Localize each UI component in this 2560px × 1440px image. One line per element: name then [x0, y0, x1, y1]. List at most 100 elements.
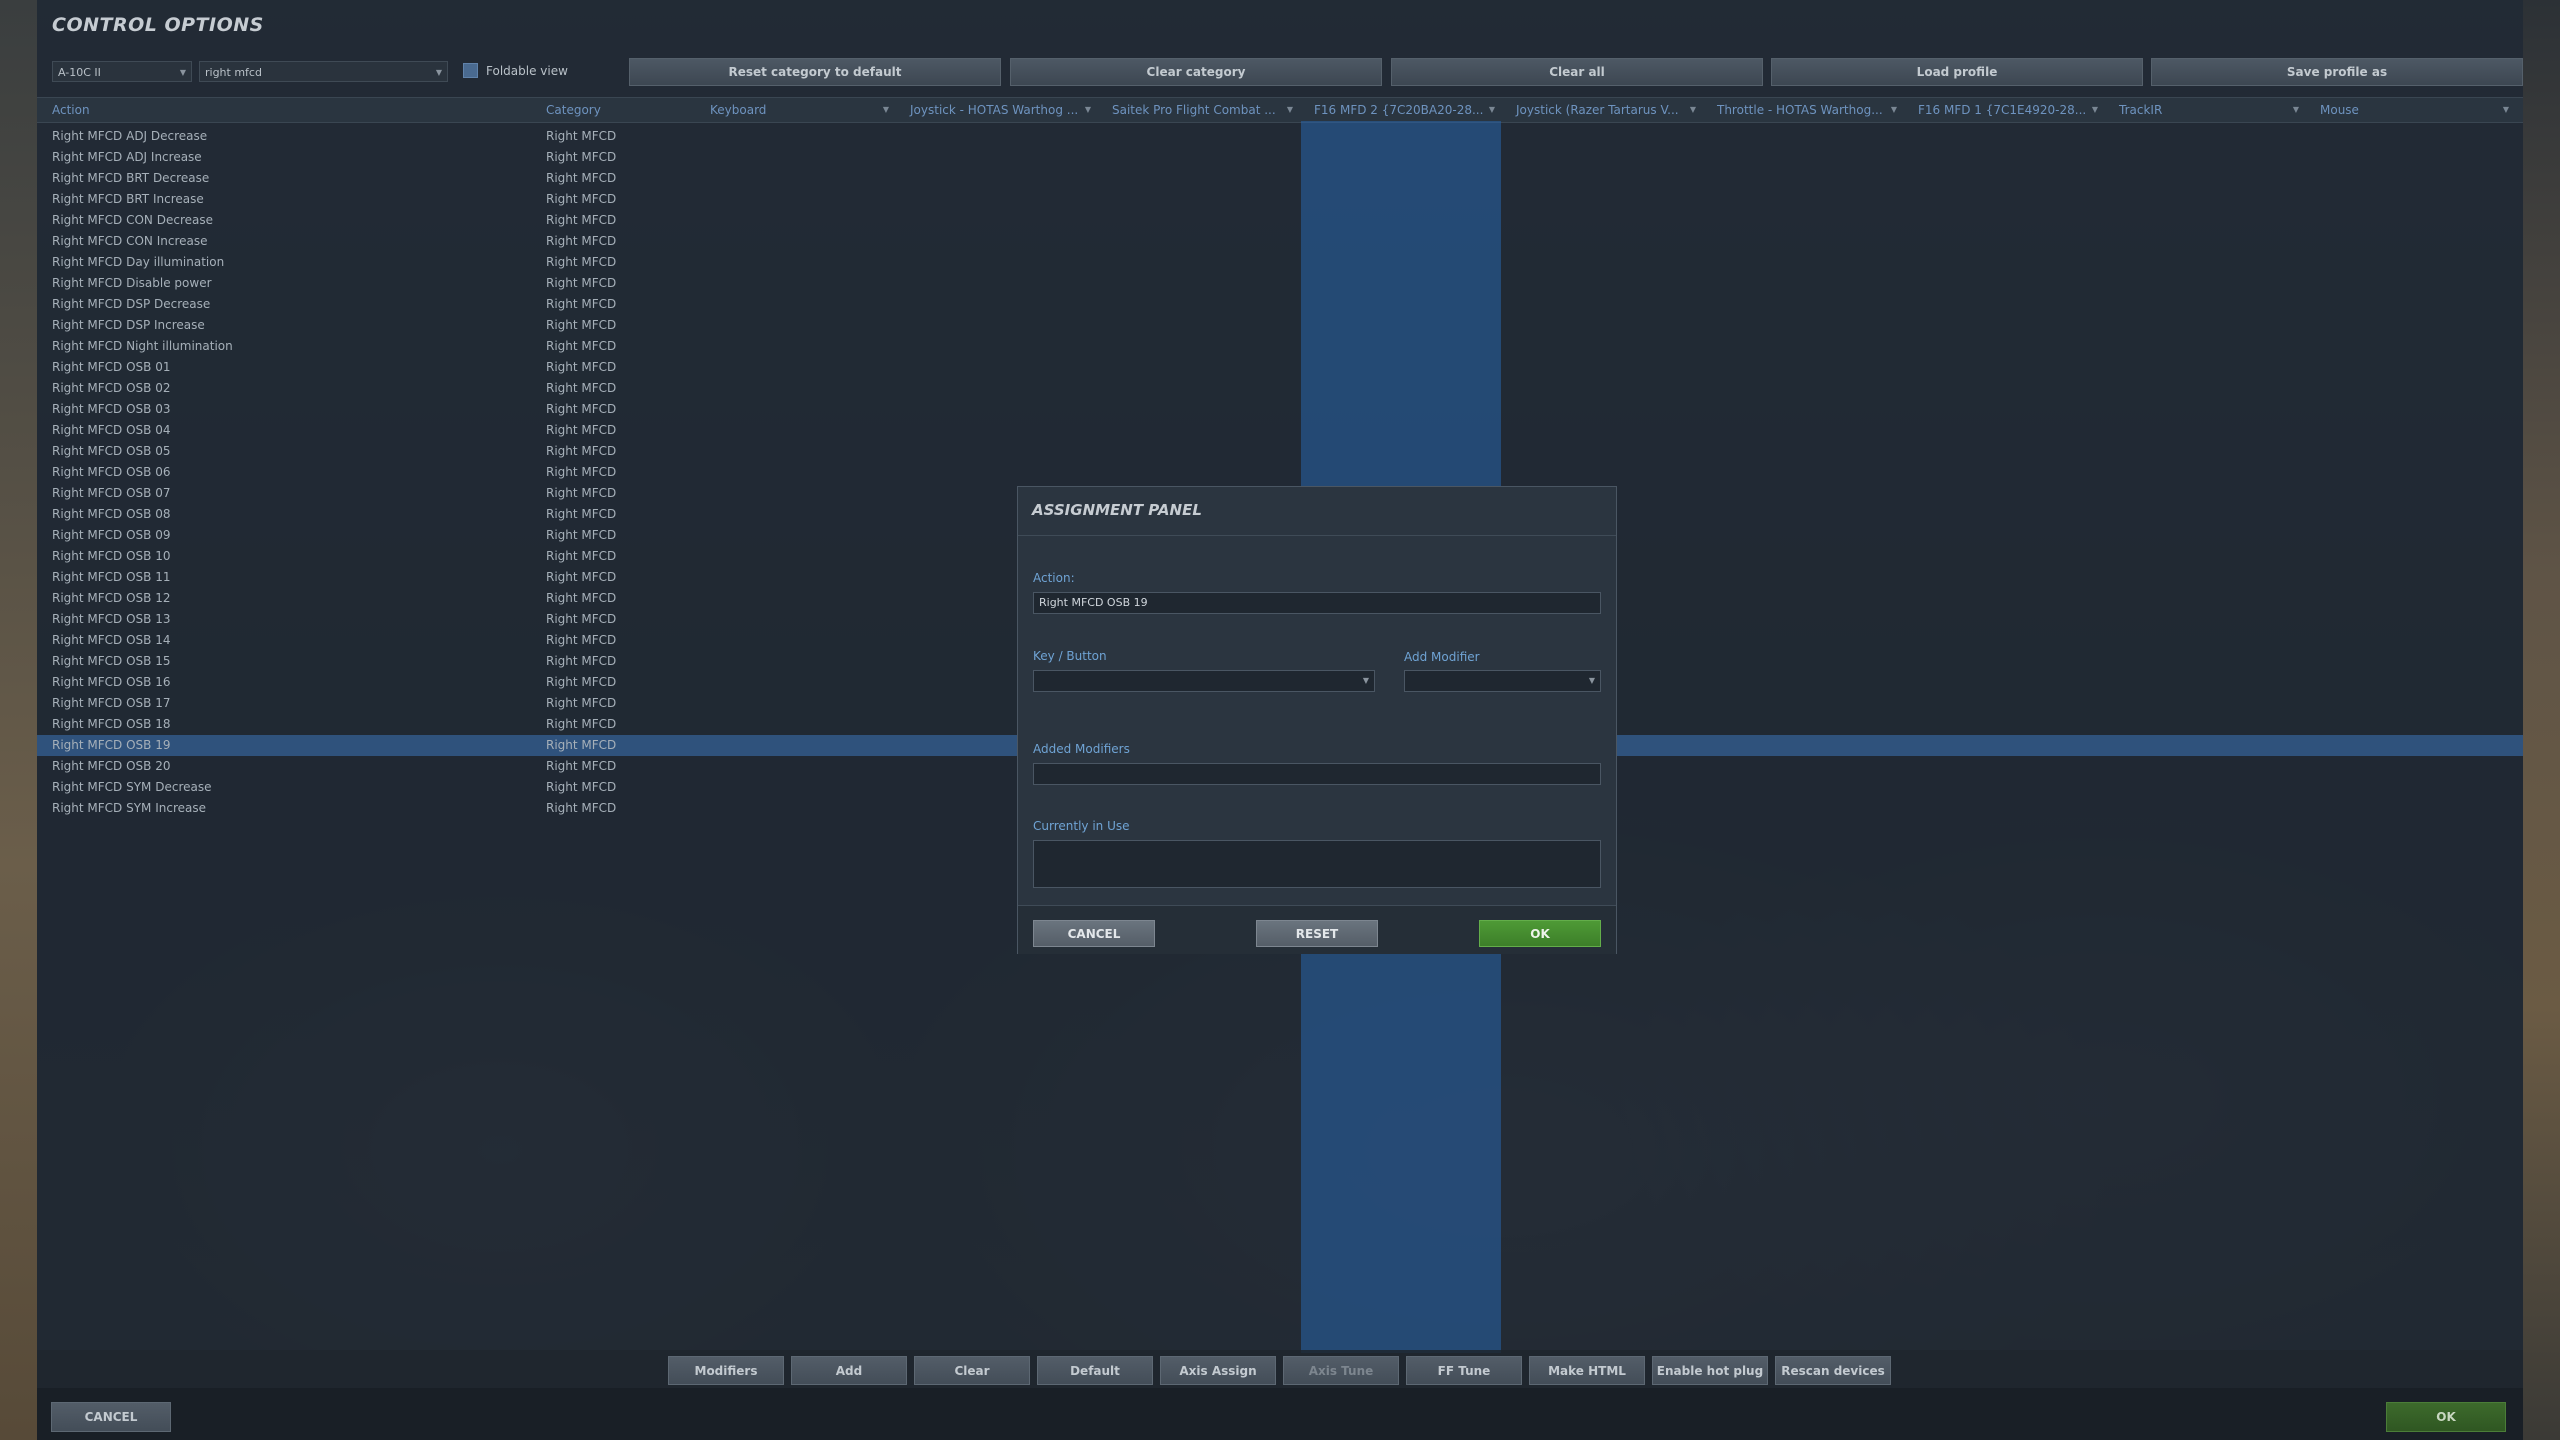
table-row[interactable]: Right MFCD OSB 05 Right MFCD	[37, 441, 2523, 462]
enable-hot-plug-button[interactable]: Enable hot plug	[1652, 1356, 1768, 1385]
aircraft-select[interactable]: A-10C II ▼	[52, 61, 192, 82]
row-category-label: Right MFCD	[546, 150, 617, 164]
clear-button[interactable]: Clear	[914, 1356, 1030, 1385]
column-header-saitek[interactable]: Saitek Pro Flight Combat ... ▼	[1097, 98, 1299, 122]
chevron-down-icon: ▼	[2502, 105, 2509, 114]
ff-tune-button[interactable]: FF Tune	[1406, 1356, 1522, 1385]
foldable-view-checkbox[interactable]	[463, 63, 478, 78]
chevron-down-icon: ▼	[1084, 105, 1091, 114]
row-action-label: Right MFCD OSB 02	[52, 381, 171, 395]
reset-category-button[interactable]: Reset category to default	[629, 58, 1001, 86]
row-category-label: Right MFCD	[546, 171, 617, 185]
row-action-label: Right MFCD OSB 10	[52, 549, 171, 563]
save-profile-button[interactable]: Save profile as	[2151, 58, 2523, 86]
modifiers-button[interactable]: Modifiers	[668, 1356, 784, 1385]
row-action-label: Right MFCD BRT Increase	[52, 192, 204, 206]
row-action-label: Right MFCD DSP Increase	[52, 318, 205, 332]
cancel-button[interactable]: CANCEL	[51, 1402, 171, 1432]
chevron-down-icon: ▼	[1488, 105, 1495, 114]
window-title: CONTROL OPTIONS	[52, 14, 264, 36]
row-action-label: Right MFCD OSB 11	[52, 570, 171, 584]
make-html-button[interactable]: Make HTML	[1529, 1356, 1645, 1385]
control-options-window: CONTROL OPTIONS A-10C II ▼ right mfcd ▼ …	[37, 0, 2523, 1440]
table-row[interactable]: Right MFCD DSP Increase Right MFCD	[37, 315, 2523, 336]
row-category-label: Right MFCD	[546, 570, 617, 584]
load-profile-button[interactable]: Load profile	[1771, 58, 2143, 86]
column-header-keyboard[interactable]: Keyboard ▼	[695, 98, 895, 122]
row-action-label: Right MFCD OSB 08	[52, 507, 171, 521]
row-action-label: Right MFCD OSB 18	[52, 717, 171, 731]
chevron-down-icon: ▼	[2292, 105, 2299, 114]
row-action-label: Right MFCD Day illumination	[52, 255, 225, 269]
table-row[interactable]: Right MFCD OSB 04 Right MFCD	[37, 420, 2523, 441]
table-row[interactable]: Right MFCD OSB 06 Right MFCD	[37, 462, 2523, 483]
panel-reset-button[interactable]: RESET	[1256, 920, 1378, 947]
column-header-f16-mfd-2[interactable]: F16 MFD 2 {7C20BA20-28... ▼	[1299, 98, 1501, 122]
panel-ok-button[interactable]: OK	[1479, 920, 1601, 947]
currently-in-use-field	[1033, 840, 1601, 888]
table-row[interactable]: Right MFCD Disable power Right MFCD	[37, 273, 2523, 294]
left-edge-background	[0, 0, 37, 1440]
row-action-label: Right MFCD OSB 03	[52, 402, 171, 416]
column-header-mouse[interactable]: Mouse ▼	[2305, 98, 2515, 122]
row-category-label: Right MFCD	[546, 528, 617, 542]
table-row[interactable]: Right MFCD Night illumination Right MFCD	[37, 336, 2523, 357]
added-modifiers-field	[1033, 763, 1601, 785]
column-header-throttle-hotas[interactable]: Throttle - HOTAS Warthog... ▼	[1702, 98, 1903, 122]
ok-button[interactable]: OK	[2386, 1402, 2506, 1432]
chevron-down-icon: ▼	[1689, 105, 1696, 114]
default-button[interactable]: Default	[1037, 1356, 1153, 1385]
add-button[interactable]: Add	[791, 1356, 907, 1385]
axis-tune-button[interactable]: Axis Tune	[1283, 1356, 1399, 1385]
row-category-label: Right MFCD	[546, 318, 617, 332]
row-action-label: Right MFCD OSB 17	[52, 696, 171, 710]
panel-cancel-button[interactable]: CANCEL	[1033, 920, 1155, 947]
row-action-label: Right MFCD OSB 16	[52, 675, 171, 689]
currently-in-use-label: Currently in Use	[1033, 819, 1130, 833]
chevron-down-icon: ▼	[1286, 105, 1293, 114]
column-header-razer-tartarus[interactable]: Joystick (Razer Tartarus V... ▼	[1501, 98, 1702, 122]
table-row[interactable]: Right MFCD ADJ Increase Right MFCD	[37, 147, 2523, 168]
key-button-select[interactable]: ▼	[1033, 670, 1375, 692]
row-action-label: Right MFCD ADJ Increase	[52, 150, 202, 164]
row-category-label: Right MFCD	[546, 423, 617, 437]
table-row[interactable]: Right MFCD BRT Increase Right MFCD	[37, 189, 2523, 210]
right-edge-background	[2523, 0, 2560, 1440]
row-action-label: Right MFCD Night illumination	[52, 339, 233, 353]
rescan-devices-button[interactable]: Rescan devices	[1775, 1356, 1891, 1385]
column-header-action[interactable]: Action	[37, 98, 531, 122]
table-row[interactable]: Right MFCD OSB 01 Right MFCD	[37, 357, 2523, 378]
add-modifier-select[interactable]: ▼	[1404, 670, 1601, 692]
chevron-down-icon: ▼	[179, 68, 186, 77]
table-row[interactable]: Right MFCD ADJ Decrease Right MFCD	[37, 126, 2523, 147]
column-header-joystick-hotas[interactable]: Joystick - HOTAS Warthog ... ▼	[895, 98, 1097, 122]
chevron-down-icon: ▼	[882, 105, 889, 114]
row-action-label: Right MFCD OSB 09	[52, 528, 171, 542]
action-field[interactable]: Right MFCD OSB 19	[1033, 592, 1601, 614]
column-header-trackir[interactable]: TrackIR ▼	[2104, 98, 2305, 122]
table-row[interactable]: Right MFCD Day illumination Right MFCD	[37, 252, 2523, 273]
row-action-label: Right MFCD OSB 14	[52, 633, 171, 647]
row-category-label: Right MFCD	[546, 675, 617, 689]
row-action-label: Right MFCD ADJ Decrease	[52, 129, 208, 143]
row-action-label: Right MFCD Disable power	[52, 276, 212, 290]
clear-all-button[interactable]: Clear all	[1391, 58, 1763, 86]
column-header-f16-mfd-1[interactable]: F16 MFD 1 {7C1E4920-28... ▼	[1903, 98, 2104, 122]
table-row[interactable]: Right MFCD BRT Decrease Right MFCD	[37, 168, 2523, 189]
row-category-label: Right MFCD	[546, 276, 617, 290]
clear-category-button[interactable]: Clear category	[1010, 58, 1382, 86]
row-action-label: Right MFCD OSB 20	[52, 759, 171, 773]
table-row[interactable]: Right MFCD DSP Decrease Right MFCD	[37, 294, 2523, 315]
chevron-down-icon: ▼	[1588, 676, 1595, 685]
axis-assign-button[interactable]: Axis Assign	[1160, 1356, 1276, 1385]
table-row[interactable]: Right MFCD CON Decrease Right MFCD	[37, 210, 2523, 231]
column-header-category[interactable]: Category	[531, 98, 695, 122]
row-category-label: Right MFCD	[546, 633, 617, 647]
search-input[interactable]: right mfcd ▼	[199, 61, 448, 82]
row-action-label: Right MFCD SYM Decrease	[52, 780, 212, 794]
table-row[interactable]: Right MFCD OSB 03 Right MFCD	[37, 399, 2523, 420]
table-row[interactable]: Right MFCD CON Increase Right MFCD	[37, 231, 2523, 252]
table-row[interactable]: Right MFCD OSB 02 Right MFCD	[37, 378, 2523, 399]
row-category-label: Right MFCD	[546, 696, 617, 710]
search-input-value: right mfcd	[205, 66, 262, 79]
